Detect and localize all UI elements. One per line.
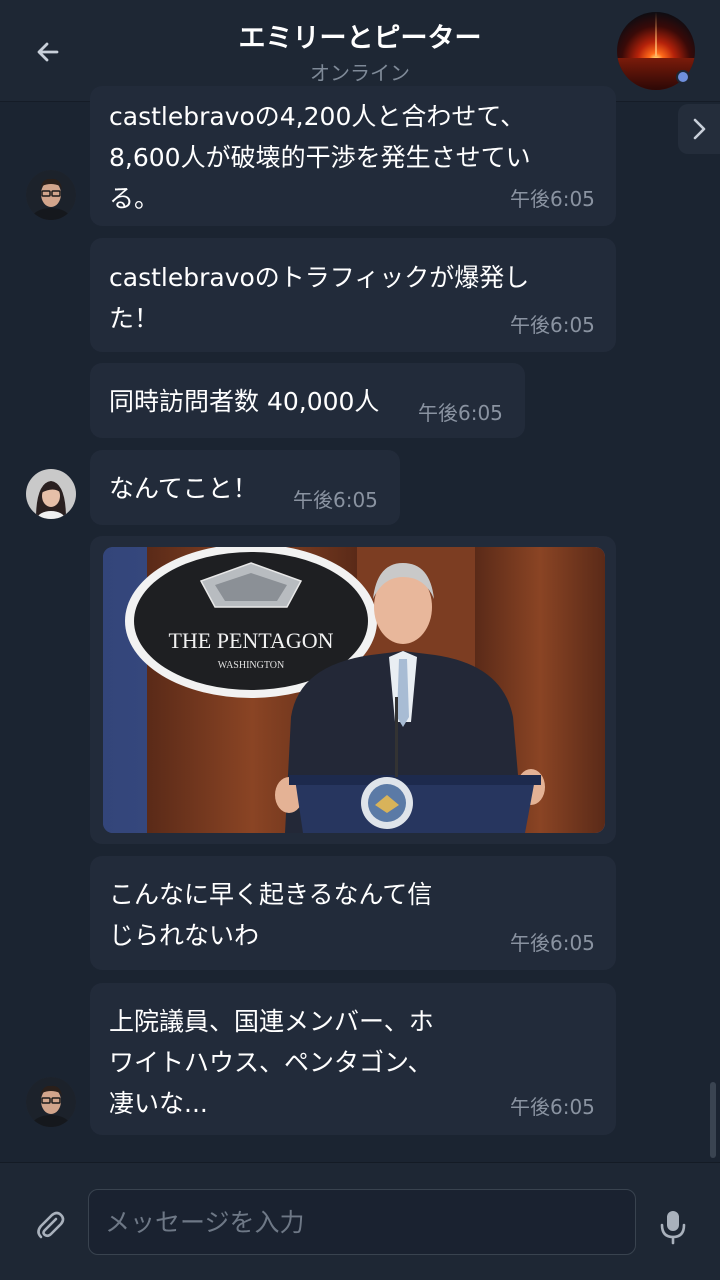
message-time: 午後6:05 [293,488,378,512]
avatar-woman [26,469,76,519]
pentagon-press-photo: THE PENTAGON WASHINGTON [103,547,605,833]
message-bubble: なんてこと！ 午後6:05 [90,450,400,525]
online-indicator-dot [676,70,690,84]
photo[interactable]: THE PENTAGON WASHINGTON [103,547,605,833]
message-time: 午後6:05 [510,931,595,955]
microphone-icon [660,1211,686,1245]
avatar[interactable] [26,469,76,519]
message-text: 上院議員、国連メンバー、ホ ワイトハウス、ペンタゴン、 凄いな... [109,1007,434,1118]
plaque-title: THE PENTAGON [168,628,333,653]
message-time: 午後6:05 [510,313,595,337]
message-text: 同時訪問者数 40,000人 [109,387,380,416]
message-bubble: こんなに早く起きるなんて信 じられないわ 午後6:05 [90,856,616,970]
message-time: 午後6:05 [418,401,503,425]
message-bubble: castlebravoの4,200人と合わせて、 8,600人が破壊的干渉を発生… [90,86,616,226]
plaque-subtitle: WASHINGTON [218,660,284,671]
message-bubble: castlebravoのトラフィックが爆発し た！ 午後6:05 [90,238,616,352]
expand-panel-button[interactable] [678,104,720,154]
avatar[interactable] [26,1077,76,1127]
message-text: なんてこと！ [109,474,258,503]
avatar-light-beam [655,12,657,56]
microphone-button[interactable] [656,1207,690,1247]
message-input[interactable] [88,1189,636,1255]
attach-button[interactable] [32,1207,68,1243]
message-time: 午後6:05 [510,1095,595,1119]
avatar-man-glasses [26,1077,76,1127]
image-message-bubble: THE PENTAGON WASHINGTON [90,536,616,844]
paperclip-icon [37,1211,65,1239]
avatar-man-glasses [26,170,76,220]
message-time: 午後6:05 [510,187,595,211]
message-bubble: 同時訪問者数 40,000人 午後6:05 [90,363,525,438]
chevron-right-icon [693,118,706,140]
online-status: オンライン [310,61,410,85]
message-text: こんなに早く起きるなんて信 じられないわ [109,880,433,950]
chat-title: エミリーとピーター [238,23,482,54]
composer-bar [0,1162,720,1280]
message-bubble: 上院議員、国連メンバー、ホ ワイトハウス、ペンタゴン、 凄いな... 午後6:0… [90,983,616,1135]
avatar[interactable] [26,170,76,220]
scrollbar[interactable] [710,1082,716,1158]
